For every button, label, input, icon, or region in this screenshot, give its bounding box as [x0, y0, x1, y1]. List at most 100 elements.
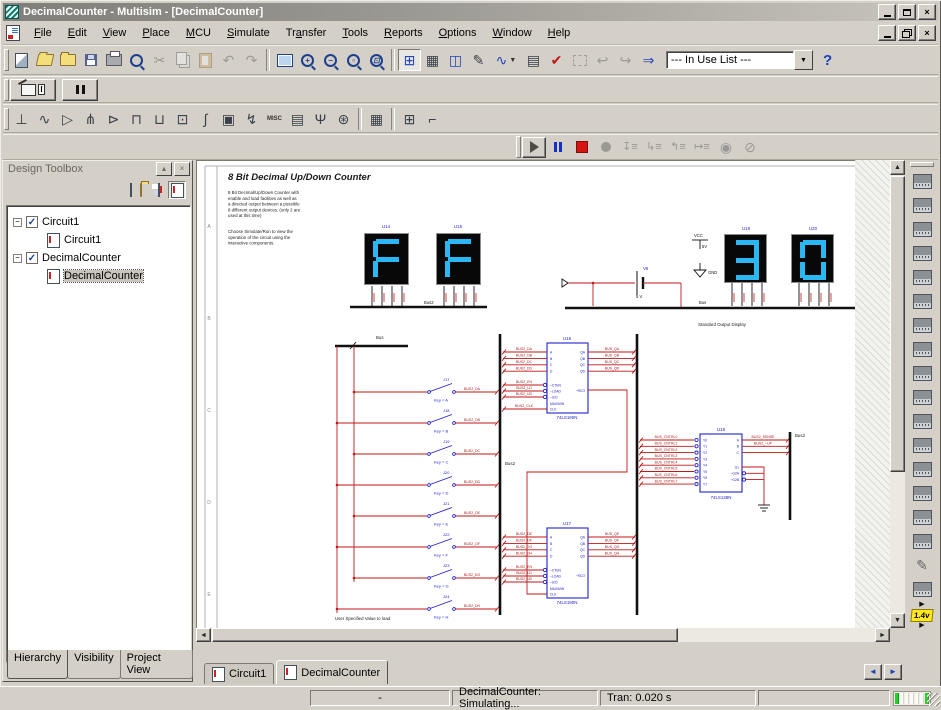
u18-74ls138[interactable]: U18 74LS138N BUS_CNTRL0 Y0 BUS_CNTRL1 Y1 [639, 427, 790, 511]
mcu-button[interactable]: ▦ [365, 108, 388, 130]
menu-simulate[interactable]: Simulate [219, 24, 278, 42]
ttl-button[interactable]: ⊓ [125, 108, 148, 130]
more-instruments-arrow[interactable]: ▶ [919, 601, 924, 609]
pause-at-breakpoint-button[interactable]: ◉ [714, 137, 738, 158]
toolbox-open-button[interactable] [140, 184, 142, 196]
pause-sim-button[interactable] [62, 79, 98, 101]
tree-item-circuit1-root[interactable]: − ✓ Circuit1 [13, 214, 79, 230]
menu-window[interactable]: Window [485, 24, 540, 42]
iv-analyzer[interactable] [908, 409, 936, 433]
key-switch[interactable]: BUS2_DB J18 Key = B [336, 408, 499, 434]
toolbox-dock-button[interactable] [168, 181, 186, 199]
step-over-button[interactable]: ↳≡ [642, 137, 666, 158]
schematic[interactable]: ABCDE 8 Bit Decimal Up/Down Counter 8 Bi… [196, 160, 890, 628]
step-into-button[interactable]: ↧≡ [618, 137, 642, 158]
horizontal-scroll-thumb[interactable] [212, 628, 678, 642]
grapher-dropdown-icon[interactable]: ▼ [509, 57, 516, 64]
toolbox-close-button[interactable]: × [174, 162, 190, 176]
checkbox-checked-icon[interactable]: ✓ [26, 216, 38, 228]
gnd-symbol[interactable]: GND [694, 263, 717, 277]
scroll-down-button[interactable]: ▼ [890, 613, 905, 628]
tab-circuit1[interactable]: Circuit1 [204, 663, 274, 684]
maximize-button[interactable] [898, 4, 916, 20]
database-manager-button[interactable]: ◫ [444, 49, 467, 71]
rf-button[interactable]: Ψ [309, 108, 332, 130]
measurement-probe-button[interactable]: ✎ [908, 553, 936, 577]
bode-plotter[interactable] [908, 289, 936, 313]
run-to-cursor-button[interactable]: ↦≡ [690, 137, 714, 158]
toolbox-rollup-button[interactable]: ▴ [156, 162, 172, 176]
tab-decimalcounter[interactable]: DecimalCounter [276, 660, 388, 684]
print-preview-button[interactable] [125, 49, 148, 71]
key-switch[interactable]: BUS2_DF J22 Key = F [336, 532, 499, 558]
zoom-fit-button[interactable]: ⊡ [365, 49, 388, 71]
export-button[interactable]: ⇒ [637, 49, 660, 71]
vertical-scroll-thumb[interactable] [890, 176, 905, 472]
indicator-button[interactable]: ▣ [217, 108, 240, 130]
record-button[interactable] [594, 137, 618, 158]
tree-label[interactable]: DecimalCounter [42, 252, 121, 264]
frequency-counter[interactable] [908, 313, 936, 337]
key-switch[interactable]: BUS2_DE J21 Key = E [353, 501, 499, 527]
function-generator[interactable] [908, 193, 936, 217]
scroll-right-button[interactable]: ► [875, 628, 890, 642]
redo-button[interactable]: ↷ [240, 49, 263, 71]
agilent-oscilloscope[interactable] [908, 529, 936, 553]
undo-button[interactable]: ↶ [217, 49, 240, 71]
zoom-out-button[interactable]: − [319, 49, 342, 71]
help-button[interactable]: ? [823, 52, 832, 69]
paste-button[interactable] [194, 49, 217, 71]
run-button[interactable] [522, 137, 546, 158]
copy-button[interactable] [171, 49, 194, 71]
logic-converter[interactable] [908, 385, 936, 409]
tab-scroll-left-button[interactable]: ◄ [864, 664, 882, 680]
capture-area-button[interactable] [568, 49, 591, 71]
erc-button[interactable]: ✔ [545, 49, 568, 71]
agilent-function-generator[interactable] [908, 505, 936, 529]
tree-label-selected[interactable]: DecimalCounter [64, 270, 143, 282]
peripherals-button[interactable]: ▤ [286, 108, 309, 130]
open-button[interactable] [33, 49, 56, 71]
tree-item-decimalcounter-page[interactable]: DecimalCounter [47, 268, 143, 284]
four-channel-oscilloscope[interactable] [908, 265, 936, 289]
menu-mcu[interactable]: MCU [178, 24, 219, 42]
tab-visibility[interactable]: Visibility [67, 650, 121, 679]
collapse-icon[interactable]: − [13, 218, 22, 227]
key-switch[interactable]: BUS2_DA J17 Key = A [353, 377, 499, 403]
in-use-list-value[interactable]: --- In Use List --- [666, 51, 794, 69]
zoom-in-button[interactable]: + [296, 49, 319, 71]
menu-edit[interactable]: Edit [60, 24, 95, 42]
menu-file[interactable]: File [26, 24, 60, 42]
misc-digital-button[interactable]: ⊡ [171, 108, 194, 130]
new-button[interactable] [10, 49, 33, 71]
full-screen-button[interactable] [273, 49, 296, 71]
close-button[interactable]: × [918, 4, 936, 20]
print-button[interactable] [102, 49, 125, 71]
menu-view[interactable]: View [95, 24, 135, 42]
design-toolbox-button[interactable]: ⊞ [398, 49, 421, 71]
menu-tools[interactable]: Tools [334, 24, 376, 42]
basic-button[interactable]: ∿ [33, 108, 56, 130]
multimeter[interactable] [908, 169, 936, 193]
spreadsheet-view-button[interactable]: ▦ [421, 49, 444, 71]
design-toolbox-titlebar[interactable]: Design Toolbox ▴ × [3, 161, 192, 177]
horizontal-scrollbar[interactable]: ◄ ► [196, 628, 890, 642]
u17-74ls190[interactable]: U17 74LS190N BUS2_DE A BUS2_DF B BUS2_DG [502, 521, 636, 605]
save-button[interactable] [79, 49, 102, 71]
bus-button[interactable]: ⌐ [421, 108, 444, 130]
toolbox-close-doc-button[interactable] [158, 184, 160, 196]
in-use-list-dropdown-button[interactable]: ▼ [794, 50, 813, 70]
mdi-minimize-button[interactable] [878, 25, 896, 41]
zoom-area-button[interactable]: ▫ [342, 49, 365, 71]
mdi-close-button[interactable]: × [918, 25, 936, 41]
stop-button[interactable] [570, 137, 594, 158]
vcc-symbol[interactable]: VCC 5V [692, 233, 708, 249]
network-analyzer[interactable] [908, 481, 936, 505]
forward-annotate-button[interactable]: ↪ [614, 49, 637, 71]
menu-reports[interactable]: Reports [376, 24, 431, 42]
electromech-button[interactable]: ⊛ [332, 108, 355, 130]
probe-dropdown-arrow[interactable]: ▶ [919, 622, 924, 630]
minimize-button[interactable] [878, 4, 896, 20]
checkbox-checked-icon[interactable]: ✓ [26, 252, 38, 264]
remove-breakpoints-button[interactable]: ⊘ [738, 137, 762, 158]
